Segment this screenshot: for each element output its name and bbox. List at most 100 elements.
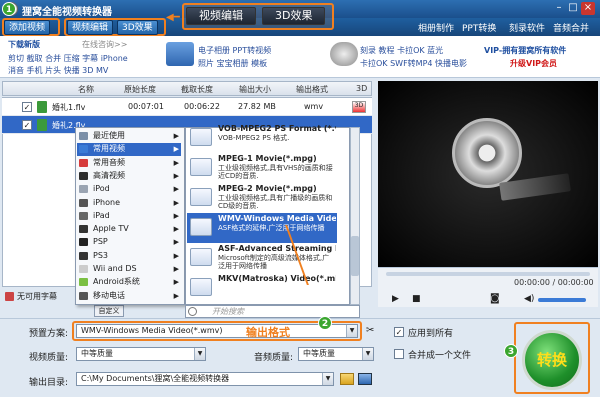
- volume-slider[interactable]: [538, 298, 586, 302]
- row-cut: 00:06:22: [184, 102, 220, 111]
- category-icon: [79, 225, 88, 234]
- audio-quality-select[interactable]: 中等质量 ▼: [298, 347, 374, 361]
- category-menu-item[interactable]: PSP ▶: [77, 236, 181, 249]
- ad1-line2[interactable]: 照片 宝宝相册 模板: [198, 58, 267, 69]
- chevron-right-icon: ▶: [173, 198, 179, 207]
- ad-keywords-row2[interactable]: 消音 手机 片头 快播 3D MV: [8, 65, 108, 76]
- category-menu-item[interactable]: 最近使用 ▶: [77, 130, 181, 143]
- apply-all-checkbox[interactable]: ✓: [394, 327, 404, 337]
- zoom-3d-button[interactable]: 3D效果: [262, 7, 326, 25]
- format-search-input[interactable]: 开始搜索: [185, 305, 360, 318]
- folder-icon[interactable]: [340, 373, 354, 385]
- preset-label: 预置方案:: [29, 329, 69, 339]
- output-dir-field[interactable]: C:\My Documents\狸窝\全能视频转换器 ▼: [76, 372, 334, 386]
- open-folder-icon[interactable]: [358, 373, 372, 385]
- category-icon: [79, 198, 88, 207]
- chevron-right-icon: ▶: [173, 211, 179, 220]
- ad2-line2[interactable]: 卡拉OK SWF转MP4 快播电影: [360, 58, 467, 69]
- chevron-right-icon: ▶: [173, 291, 179, 300]
- search-icon: [188, 307, 197, 316]
- category-menu-item[interactable]: iPhone ▶: [77, 197, 181, 210]
- category-label: Apple TV: [93, 224, 129, 234]
- custom-button[interactable]: 自定义: [94, 305, 124, 317]
- chevron-down-icon: ▼: [362, 348, 373, 360]
- maximize-icon[interactable]: □: [566, 2, 580, 15]
- category-label: 高清视频: [93, 170, 125, 180]
- vip-line1[interactable]: VIP-拥有狸窝所有软件: [484, 45, 566, 56]
- category-menu-item[interactable]: Android系统 ▶: [77, 276, 181, 289]
- category-menu-item[interactable]: iPad ▶: [77, 210, 181, 223]
- merge-checkbox[interactable]: [394, 349, 404, 359]
- chevron-right-icon: ▶: [173, 265, 179, 273]
- link-audio-merge[interactable]: 音频合并: [553, 21, 589, 34]
- audio-quality-label: 音频质量:: [254, 353, 294, 363]
- category-icon: [79, 185, 88, 194]
- col-orig-length[interactable]: 原始长度: [124, 84, 156, 95]
- format-desc: VOB-MPEG2 PS 格式.: [218, 134, 290, 142]
- video-edit-button[interactable]: 视频编辑: [67, 20, 114, 35]
- add-video-button[interactable]: 添加视频: [4, 20, 51, 35]
- format-menu-item[interactable]: MPEG-2 Movie(*.mpg) 工业级视频格式,具有广播级的画质和CD级的…: [187, 183, 337, 213]
- zoom-video-edit-button[interactable]: 视频编辑: [186, 7, 256, 25]
- category-label: 移动电话: [93, 290, 125, 300]
- category-menu-item[interactable]: 常用音频 ▶: [77, 157, 181, 170]
- camera-icon[interactable]: ◙: [490, 293, 500, 304]
- link-album[interactable]: 相册制作: [418, 21, 454, 34]
- time-display: 00:00:00 / 00:00:00: [514, 278, 594, 287]
- chevron-down-icon: ▼: [194, 348, 205, 360]
- table-row[interactable]: ✓ 婚礼1.flv 00:07:01 00:06:22 27.82 MB wmv…: [2, 98, 372, 116]
- ad2-line1[interactable]: 刻录 教程 卡拉OK 蓝光: [360, 45, 443, 56]
- format-menu-item[interactable]: VOB-MPEG2 PS Format (*.vob)VOB-MPEG2 PS …: [187, 123, 337, 153]
- chevron-down-icon: ▼: [346, 325, 357, 337]
- format-desc: [218, 284, 336, 302]
- category-menu-item[interactable]: 移动电话 ▶: [77, 290, 181, 303]
- vip-upgrade-link[interactable]: 升级VIP会员: [510, 58, 557, 69]
- row-format: wmv: [304, 102, 324, 111]
- col-output-format[interactable]: 输出格式: [296, 84, 328, 95]
- format-scrollbar[interactable]: [350, 127, 360, 305]
- col-cut-length[interactable]: 截取长度: [181, 84, 213, 95]
- category-label: iPad: [93, 210, 110, 220]
- minimize-icon[interactable]: –: [552, 2, 566, 15]
- category-menu-item[interactable]: iPod ▶: [77, 183, 181, 196]
- effect-3d-button[interactable]: 3D效果: [117, 20, 158, 35]
- video-file-icon: [37, 101, 47, 113]
- row-checkbox[interactable]: ✓: [22, 120, 32, 130]
- seek-slider[interactable]: [386, 272, 590, 276]
- volume-icon[interactable]: ◀): [524, 294, 534, 304]
- scroll-thumb[interactable]: [351, 236, 359, 276]
- category-menu-item[interactable]: Apple TV ▶: [77, 223, 181, 236]
- format-icon: [190, 248, 212, 266]
- col-name[interactable]: 名称: [78, 84, 94, 95]
- col-3d[interactable]: 3D: [356, 84, 367, 93]
- row-checkbox[interactable]: ✓: [22, 102, 32, 112]
- col-output-size[interactable]: 输出大小: [239, 84, 271, 95]
- category-menu-item[interactable]: Wii and DS ▶: [77, 263, 181, 276]
- chevron-right-icon: ▶: [173, 251, 179, 260]
- category-menu-item[interactable]: PS3 ▶: [77, 250, 181, 263]
- category-icon: [79, 278, 88, 287]
- format-menu-item[interactable]: MPEG-1 Movie(*.mpg) 工业级视频格式,具有VHS的画质和接近CD…: [187, 153, 337, 183]
- link-ppt[interactable]: PPT转换: [462, 21, 496, 34]
- category-label: PSP: [93, 237, 108, 247]
- category-icon: [79, 265, 88, 273]
- play-icon[interactable]: ▶: [392, 294, 399, 304]
- stop-icon[interactable]: ■: [412, 294, 421, 304]
- chevron-right-icon: ▶: [173, 238, 179, 247]
- disc-ad-icon: [330, 42, 358, 66]
- consult-link[interactable]: 在线咨询>>: [82, 39, 127, 50]
- preset-select[interactable]: WMV-Windows Media Video(*.wmv) ▼: [76, 324, 358, 338]
- category-menu-item[interactable]: 常用视频 ▶: [77, 143, 181, 156]
- category-menu-item[interactable]: 高清视频 ▶: [77, 170, 181, 183]
- format-icon: [190, 188, 212, 206]
- ad1-line1[interactable]: 电子相册 PPT转视频: [198, 45, 271, 56]
- settings-icon[interactable]: ✂: [366, 325, 378, 337]
- download-link[interactable]: 下载新版: [8, 39, 40, 50]
- close-icon[interactable]: ×: [581, 2, 595, 15]
- video-quality-select[interactable]: 中等质量 ▼: [76, 347, 206, 361]
- convert-button[interactable]: 转换: [522, 330, 582, 390]
- 3d-icon[interactable]: 3D: [352, 101, 366, 113]
- app-title: 狸窝全能视频转换器: [22, 7, 112, 18]
- ad-keywords-row1[interactable]: 剪切 截取 合并 压缩 字幕 iPhone: [8, 53, 128, 64]
- link-burn[interactable]: 刻录软件: [509, 21, 545, 34]
